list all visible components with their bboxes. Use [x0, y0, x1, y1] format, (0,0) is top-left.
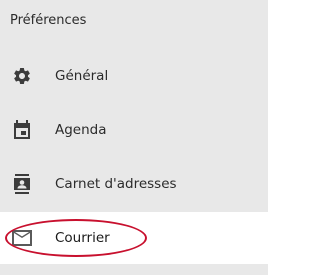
preferences-item-label: Carnet d'adresses	[55, 176, 177, 192]
preferences-panel: Préférences Général Agenda Carnet d'adre…	[0, 0, 268, 275]
preferences-title: Préférences	[10, 13, 87, 28]
mail-icon	[10, 226, 34, 250]
calendar-icon	[10, 118, 34, 142]
preferences-item-agenda[interactable]: Agenda	[0, 104, 268, 156]
gear-icon	[10, 64, 34, 88]
preferences-item-general[interactable]: Général	[0, 50, 268, 102]
preferences-item-mail[interactable]: Courrier	[0, 212, 268, 264]
address-book-icon	[10, 172, 34, 196]
preferences-item-label: Général	[55, 68, 109, 84]
preferences-item-label: Agenda	[55, 122, 107, 138]
preferences-item-label: Courrier	[55, 230, 110, 246]
preferences-item-address-book[interactable]: Carnet d'adresses	[0, 158, 268, 210]
